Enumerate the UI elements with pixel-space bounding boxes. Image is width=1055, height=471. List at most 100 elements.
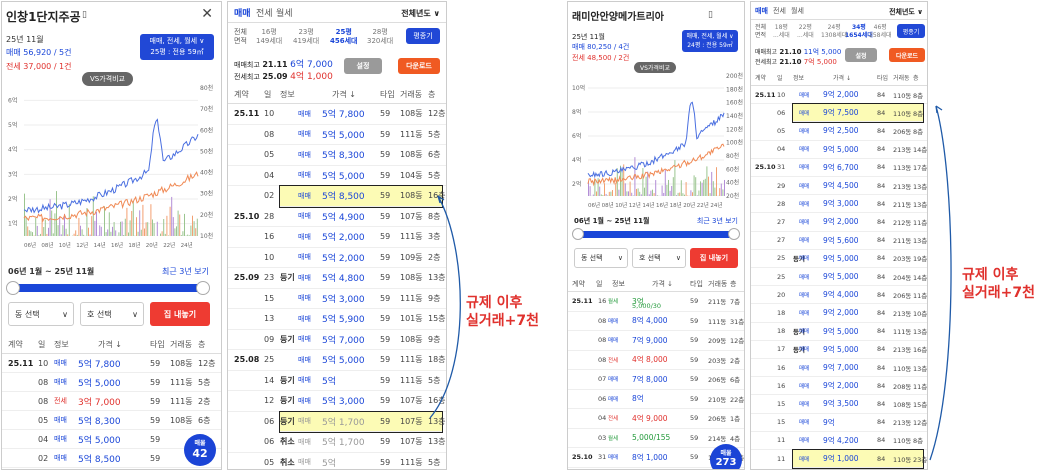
row-type: 59 — [150, 434, 161, 444]
table-row[interactable]: 12 등기 매매 5억 3,000 59 107동 16층 — [228, 391, 446, 412]
size-option-2[interactable]: 24평 1308세대 — [821, 24, 847, 40]
table-row[interactable]: 25.10 31 매매 9억 6,700 84 113동 17층 — [751, 159, 927, 177]
table-row[interactable]: 04 전세 4억 9,000 59 206동 1층 — [568, 409, 744, 429]
filter-button[interactable]: 매매, 전세, 월세 ∨ 25평 : 전용 59㎡ — [140, 34, 214, 60]
table-row[interactable]: 08 매매 5억 5,000 59 111동 5층 — [2, 373, 221, 392]
ho-select[interactable]: 호 선택 ∨ — [632, 248, 686, 268]
table-row[interactable]: 25.11 16 월세 3억 5,000/30 59 211동 7층 — [568, 292, 744, 312]
table-row[interactable]: 16 매매 5억 2,000 59 111동 3층 — [228, 227, 446, 248]
table-row[interactable]: 25.10 28 매매 5억 4,900 59 107동 8층 — [228, 207, 446, 227]
table-row[interactable]: 06 매매 9억 7,500 84 110동 8층 — [777, 103, 924, 124]
tab-0[interactable]: 매매 — [755, 6, 768, 16]
header-3[interactable]: 가격 ↓ — [332, 89, 356, 100]
settings-button[interactable]: 설정 — [845, 48, 877, 62]
table-row[interactable]: 06 등기 매매 5억 1,700 59 107동 13층 — [264, 410, 446, 433]
table-row[interactable]: 06 매매 8억 59 210동 22층 — [568, 390, 744, 409]
table-row[interactable]: 25.11 10 매매 5억 7,800 59 108동 12층 — [228, 104, 446, 125]
year-filter[interactable]: 전체년도 ∨ — [401, 8, 440, 19]
listing-badge[interactable]: 매물 273 — [710, 444, 742, 469]
header-3[interactable]: 가격 ↓ — [98, 339, 122, 350]
table-row[interactable]: 11 매매 9억 4,200 84 110동 8층 — [751, 432, 927, 450]
table-row[interactable]: 08 매매 7억 9,000 59 209동 12층 — [568, 331, 744, 351]
header-3[interactable]: 가격 ↓ — [652, 279, 673, 289]
table-row[interactable]: 04 매매 9억 5,000 84 213동 14층 — [751, 141, 927, 159]
table-row[interactable]: 08 매매 8억 4,000 59 111동 31층 — [568, 312, 744, 331]
table-row[interactable]: 16 매매 9억 2,000 84 208동 11층 — [751, 377, 927, 396]
filter-button[interactable]: 매매, 전세, 월세 ∨ 24평 : 전용 59㎡ — [682, 30, 738, 52]
table-row[interactable]: 25.11 10 매매 9억 2,000 84 110동 8층 — [751, 86, 927, 105]
table-row[interactable]: 10 매매 5억 2,000 59 109동 2층 — [228, 248, 446, 268]
slider-handle-left[interactable] — [572, 228, 584, 240]
table-row[interactable]: 17 등기 매매 9억 5,000 84 213동 16층 — [751, 341, 927, 359]
table-row[interactable]: 15 매매 9억 3,500 84 108동 15층 — [751, 395, 927, 414]
table-row[interactable]: 05 매매 5억 8,300 59 108동 6층 — [228, 145, 446, 166]
size-option-3[interactable]: 28평 320세대 — [367, 28, 393, 46]
tab-0[interactable]: 매매 — [234, 6, 251, 19]
period-slider[interactable] — [576, 231, 736, 238]
header-3[interactable]: 가격 ↓ — [833, 73, 851, 82]
table-row[interactable]: 28 매매 9억 3,000 84 211동 13층 — [751, 195, 927, 214]
notify-button[interactable]: 집 내놓기 — [690, 248, 738, 268]
table-row[interactable]: 27 매매 9억 5,600 84 211동 13층 — [751, 232, 927, 250]
table-row[interactable]: 08 전세 3억 7,000 59 111동 2층 — [2, 392, 221, 411]
table-row[interactable]: 06 취소 매매 5억 1,700 59 107동 13층 — [228, 432, 446, 453]
table-row[interactable]: 16 매매 9억 7,000 84 110동 13층 — [751, 359, 927, 378]
table-row[interactable]: 25.11 10 매매 5억 7,800 59 108동 12층 — [2, 354, 221, 373]
table-row[interactable]: 11 매매 9억 1,000 84 110동 23층 — [777, 448, 927, 469]
table-row[interactable]: 05 매매 9억 2,500 84 206동 8층 — [751, 122, 927, 141]
size-option-4[interactable]: 46평 258세대 — [869, 24, 892, 40]
map-icon[interactable]: ▯ — [708, 10, 713, 20]
dong-select[interactable]: 동 선택 ∨ — [574, 248, 628, 268]
table-row[interactable]: 05 취소 매매 5억 59 111동 5층 — [228, 453, 446, 470]
tab-1[interactable]: 전세 — [256, 6, 273, 19]
volume-bar — [624, 183, 626, 196]
tab-1[interactable]: 전세 — [773, 6, 786, 16]
settings-button[interactable]: 설정 — [344, 58, 382, 74]
table-row[interactable]: 09 등기 매매 5억 7,000 59 108동 9층 — [228, 330, 446, 350]
slider-handle-left[interactable] — [6, 281, 20, 295]
table-row[interactable]: 04 매매 5억 5,000 59 104동 5층 — [228, 166, 446, 186]
size-option-1[interactable]: 23평 419세대 — [293, 28, 319, 46]
table-row[interactable]: 07 매매 7억 8,000 59 206동 6층 — [568, 370, 744, 390]
table-row[interactable]: 08 매매 5억 5,000 59 111동 5층 — [228, 125, 446, 145]
size-option-0[interactable]: 16평 149세대 — [256, 28, 282, 46]
ho-select[interactable]: 호 선택 ∨ — [80, 302, 144, 326]
row-price: 5억 1,700 — [322, 417, 365, 428]
table-row[interactable]: 18 매매 9억 2,000 84 213동 10층 — [751, 304, 927, 323]
table-row[interactable]: 08 전세 4억 8,000 59 203동 2층 — [568, 351, 744, 370]
slider-handle-right[interactable] — [728, 228, 740, 240]
area-compare-button[interactable]: 평종기 — [897, 24, 925, 38]
table-row[interactable]: 02 매매 5억 8,500 59 108동 16층 — [264, 185, 446, 208]
listing-badge[interactable]: 매물 42 — [184, 434, 216, 466]
download-button[interactable]: 다운로드 — [889, 48, 925, 62]
table-row[interactable]: 25.09 23 등기 매매 5억 4,800 59 108동 13층 — [228, 268, 446, 289]
table-row[interactable]: 25 매매 9억 5,000 84 204동 14층 — [751, 268, 927, 287]
slider-handle-right[interactable] — [196, 281, 210, 295]
recent-3y-link[interactable]: 최근 3년 보기 — [162, 266, 209, 277]
tab-2[interactable]: 월세 — [791, 6, 804, 16]
table-row[interactable]: 27 매매 9억 2,000 84 212동 11층 — [751, 213, 927, 232]
size-option-0[interactable]: 18평 ...세대 — [773, 24, 790, 40]
notify-button[interactable]: 집 내놓기 — [150, 302, 210, 326]
recent-3y-link[interactable]: 최근 3년 보기 — [697, 216, 738, 226]
table-row[interactable]: 14 등기 매매 5억 59 111동 5층 — [228, 371, 446, 391]
size-option-2[interactable]: 25평 456세대 — [330, 28, 358, 46]
year-filter[interactable]: 전체년도 ∨ — [889, 7, 923, 17]
table-row[interactable]: 29 매매 9억 4,500 84 213동 13층 — [751, 177, 927, 196]
table-row[interactable]: 15 매매 5억 3,000 59 111동 9층 — [228, 289, 446, 309]
table-row[interactable]: 15 매매 9억 84 213동 12층 — [751, 414, 927, 432]
table-row[interactable]: 18 등기 매매 9억 5,000 84 111동 13층 — [751, 323, 927, 341]
table-row[interactable]: 25 등기 매매 9억 5,000 84 203동 19층 — [751, 250, 927, 268]
table-row[interactable]: 20 매매 9억 4,000 84 206동 11층 — [751, 286, 927, 305]
period-slider[interactable] — [10, 284, 206, 292]
table-row[interactable]: 25.08 25 매매 5억 5,000 59 111동 18층 — [228, 350, 446, 371]
dong-select[interactable]: 동 선택 ∨ — [8, 302, 74, 326]
table-row[interactable]: 05 매매 5억 8,300 59 108동 6층 — [2, 411, 221, 430]
area-compare-button[interactable]: 평종기 — [406, 28, 440, 44]
map-icon[interactable]: ▯ — [82, 10, 87, 20]
size-option-1[interactable]: 22평 ...세대 — [797, 24, 814, 40]
table-row[interactable]: 13 매매 5억 5,900 59 101동 15층 — [228, 309, 446, 330]
close-icon[interactable]: ✕ — [201, 6, 213, 22]
tab-2[interactable]: 월세 — [276, 6, 293, 19]
download-button[interactable]: 다운로드 — [398, 58, 440, 74]
